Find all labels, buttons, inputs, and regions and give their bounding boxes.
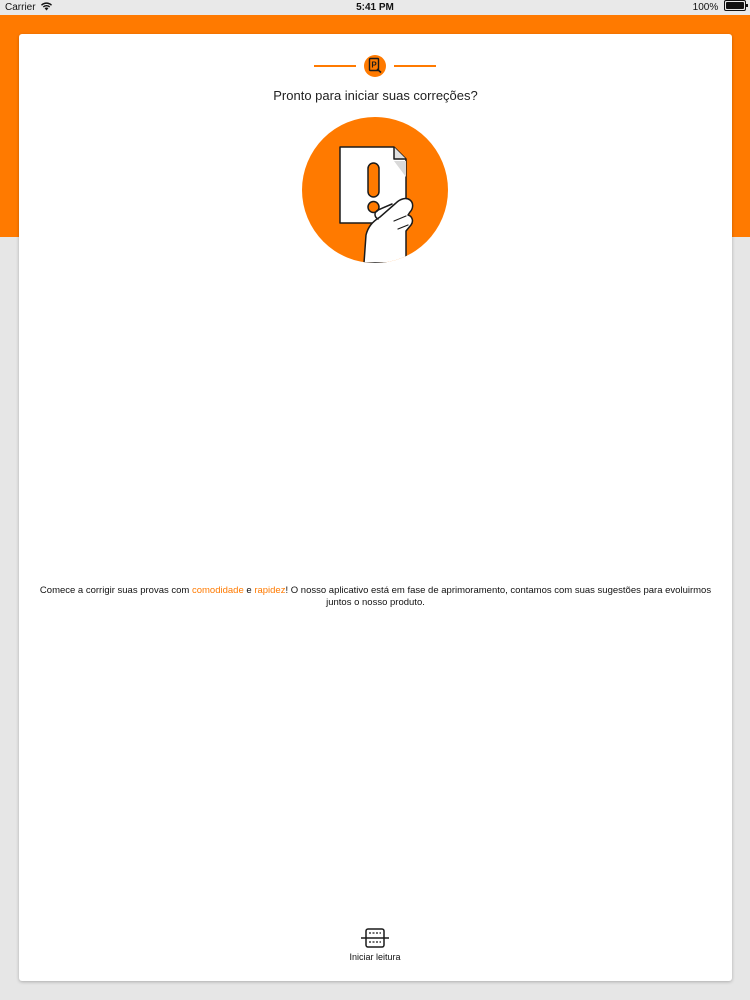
start-reading-label: Iniciar leitura	[349, 952, 401, 962]
intro-message: Comece a corrigir suas provas com comodi…	[31, 585, 720, 609]
message-text-2: e	[243, 585, 255, 596]
brand-row: P	[19, 54, 732, 78]
p-logo-icon: P	[364, 55, 386, 77]
message-highlight-comfort: comodidade	[191, 585, 244, 596]
svg-text:P: P	[371, 61, 377, 70]
brand-divider-left	[314, 65, 356, 67]
message-text-1: Comece a corrigir suas provas com	[39, 585, 192, 596]
battery-icon	[724, 0, 748, 11]
status-time: 5:41 PM	[356, 2, 394, 13]
battery-percent: 100%	[692, 2, 719, 13]
status-bar: Carrier 5:41 PM 100%	[0, 0, 750, 15]
main-card: P Pronto para iniciar suas correções? Co…	[19, 34, 732, 981]
brand-divider-right	[394, 65, 436, 67]
battery-indicator: 100%	[692, 0, 748, 15]
hand-holding-paper-exclamation-icon	[302, 117, 448, 263]
start-reading-button[interactable]: Iniciar leitura	[325, 927, 425, 967]
scan-icon	[361, 928, 389, 948]
message-highlight-speed: rapidez	[254, 585, 286, 596]
message-text-3: ! O nosso aplicativo está em fase de apr…	[285, 585, 712, 608]
page-title: Pronto para iniciar suas correções?	[273, 88, 478, 103]
